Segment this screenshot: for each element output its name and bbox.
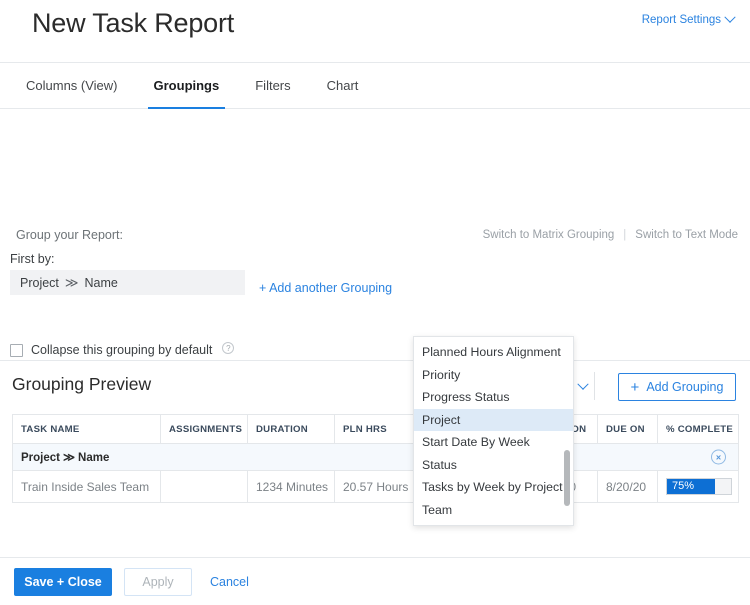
tab-columns-view[interactable]: Columns (View): [8, 63, 136, 109]
dropdown-item-planned-hours-alignment[interactable]: Planned Hours Alignment: [414, 341, 573, 364]
dropdown-item-priority[interactable]: Priority: [414, 364, 573, 387]
footer-action-bar: Save + Close Apply Cancel: [0, 557, 750, 605]
collapse-grouping-label: Collapse this grouping by default: [31, 343, 212, 357]
remove-grouping-icon[interactable]: ×: [711, 450, 726, 465]
add-grouping-label: Add Grouping: [646, 380, 723, 394]
chevron-down-icon: [724, 12, 735, 23]
column-header-pln-hrs[interactable]: PLN HRS: [335, 415, 420, 444]
group-row-primary: Project: [21, 452, 60, 464]
report-settings-label: Report Settings: [642, 14, 721, 26]
help-icon[interactable]: ?: [222, 342, 234, 354]
page-header: New Task Report Report Settings: [0, 0, 750, 63]
dropdown-item-label: Project: [422, 413, 460, 427]
tab-label: Filters: [255, 78, 290, 93]
switch-mode-links: Switch to Matrix Grouping | Switch to Te…: [483, 229, 738, 241]
grouping-field-selector[interactable]: Project ≫ Name: [10, 270, 245, 295]
cell-percent-complete: 75%: [658, 471, 739, 503]
cell-task-name: Train Inside Sales Team: [13, 471, 161, 503]
dropdown-item-label: Team: [422, 503, 452, 517]
dropdown-item-progress-status[interactable]: Progress Status: [414, 386, 573, 409]
plus-icon: +: [631, 380, 640, 395]
column-header-due-on[interactable]: DUE ON: [598, 415, 658, 444]
progress-bar-label: 75%: [672, 480, 694, 492]
dropdown-scrollbar-thumb[interactable]: [564, 450, 570, 506]
table-group-row: Project≫Name ×: [13, 444, 739, 471]
tab-label: Columns (View): [26, 78, 118, 93]
grouping-preview-title: Grouping Preview: [12, 374, 151, 395]
chevron-down-icon: [577, 378, 588, 389]
tab-label: Chart: [327, 78, 359, 93]
tab-groupings[interactable]: Groupings: [136, 63, 238, 109]
dropdown-item-label: Tasks by Week by Project: [422, 480, 563, 494]
grouping-config-section: Group your Report: Switch to Matrix Grou…: [0, 109, 750, 361]
add-grouping-button[interactable]: + Add Grouping: [618, 373, 736, 401]
preview-table: TASK NAME ASSIGNMENTS DURATION PLN HRS P…: [12, 414, 739, 503]
links-divider: |: [623, 229, 626, 241]
collapse-grouping-row: Collapse this grouping by default ?: [10, 343, 234, 357]
tab-chart[interactable]: Chart: [309, 63, 377, 109]
apply-button[interactable]: Apply: [124, 568, 192, 596]
report-builder-page: New Task Report Report Settings Columns …: [0, 0, 750, 605]
dropdown-item-start-date-by-week[interactable]: Start Date By Week: [414, 431, 573, 454]
tab-label: Groupings: [154, 78, 220, 93]
tab-filters[interactable]: Filters: [237, 63, 308, 109]
grouping-options-dropdown: Planned Hours Alignment Priority Progres…: [413, 336, 574, 526]
dropdown-item-label: Status: [422, 458, 457, 472]
switch-to-matrix-grouping-link[interactable]: Switch to Matrix Grouping: [483, 229, 615, 241]
cancel-button[interactable]: Cancel: [210, 575, 249, 589]
first-by-label: First by:: [10, 252, 54, 266]
tab-bar: Columns (View) Groupings Filters Chart: [0, 63, 750, 109]
cell-pln-hrs: 20.57 Hours: [335, 471, 420, 503]
cell-duration: 1234 Minutes: [248, 471, 335, 503]
dropdown-item-label: Priority: [422, 368, 460, 382]
table-header-row: TASK NAME ASSIGNMENTS DURATION PLN HRS P…: [13, 415, 739, 444]
dropdown-item-team[interactable]: Team: [414, 499, 573, 522]
column-header-assignments[interactable]: ASSIGNMENTS: [161, 415, 248, 444]
report-settings-menu[interactable]: Report Settings: [642, 14, 734, 26]
dropdown-item-label: Start Date By Week: [422, 435, 530, 449]
cell-due-on: 8/20/20: [598, 471, 658, 503]
table-row[interactable]: Train Inside Sales Team 1234 Minutes 20.…: [13, 471, 739, 503]
dropdown-item-tasks-by-week-by-project[interactable]: Tasks by Week by Project: [414, 476, 573, 499]
add-another-grouping-link[interactable]: + Add another Grouping: [259, 281, 392, 295]
group-row-cell: Project≫Name ×: [13, 444, 739, 471]
progress-bar: 75%: [666, 478, 732, 495]
dropdown-item-status[interactable]: Status: [414, 454, 573, 477]
column-header-percent-complete[interactable]: % COMPLETE: [658, 415, 739, 444]
toolbar-divider: [594, 372, 595, 400]
column-header-task-name[interactable]: TASK NAME: [13, 415, 161, 444]
save-close-button[interactable]: Save + Close: [14, 568, 112, 596]
grouping-field-primary: Project: [20, 276, 59, 290]
cell-assignments: [161, 471, 248, 503]
group-row-separator-icon: ≫: [63, 452, 75, 464]
group-row-secondary: Name: [78, 452, 109, 464]
dropdown-item-project[interactable]: Project: [414, 409, 573, 432]
grouping-preview-section: Grouping Preview Apply an Existing Group…: [0, 361, 750, 516]
column-header-duration[interactable]: DURATION: [248, 415, 335, 444]
grouping-field-separator-icon: ≫: [65, 275, 79, 291]
dropdown-item-label: Progress Status: [422, 390, 509, 404]
group-your-report-label: Group your Report:: [16, 228, 123, 242]
dropdown-item-label: Planned Hours Alignment: [422, 345, 561, 359]
page-title: New Task Report: [32, 8, 234, 39]
collapse-grouping-checkbox[interactable]: [10, 344, 23, 357]
grouping-field-secondary: Name: [85, 276, 118, 290]
switch-to-text-mode-link[interactable]: Switch to Text Mode: [635, 229, 738, 241]
